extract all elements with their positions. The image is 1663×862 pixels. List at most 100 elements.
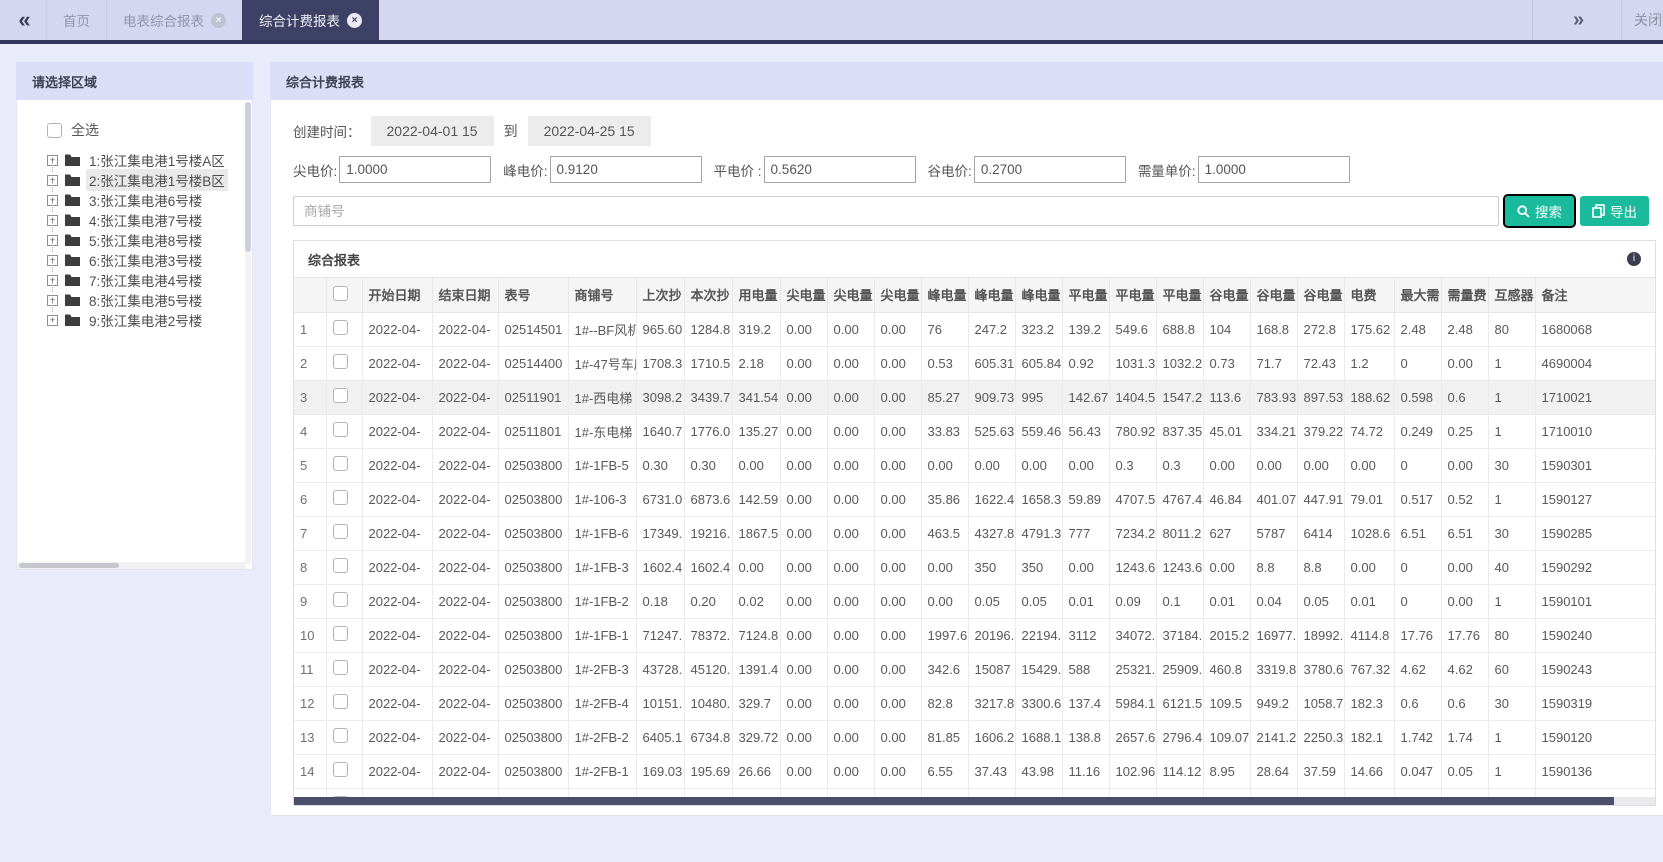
price-label: 平电价 : [713, 163, 762, 179]
tree-item[interactable]: +7:张江集电港4号楼 [47, 262, 252, 290]
table-cell: 1602.4 [635, 549, 685, 585]
table-row[interactable]: 6 2022-04- 2022-04- 02503800 1#-106-3 6731.0 6… [294, 481, 1655, 517]
table-cell: 1284.8 [683, 311, 733, 347]
price-input[interactable] [763, 156, 916, 183]
main-panel: 综合计费报表 创建时间： 2022-04-01 15 到 2022-04-25 … [270, 62, 1663, 816]
tree-item[interactable]: +8:张江集电港5号楼 [47, 282, 252, 310]
table-row[interactable]: 14 2022-04- 2022-04- 02503800 1#-2FB-1 169.03… [294, 753, 1655, 789]
tab-首页[interactable]: 首页 [46, 0, 106, 40]
price-input[interactable] [1197, 156, 1350, 183]
row-checkbox[interactable] [332, 456, 348, 471]
tree-item[interactable]: +6:张江集电港3号楼 [47, 242, 252, 270]
table-row[interactable]: 10 2022-04- 2022-04- 02503800 1#-1FB-1 71247.… [294, 617, 1655, 653]
expand-icon[interactable]: + [47, 314, 58, 326]
row-checkbox[interactable] [332, 388, 348, 403]
tree-item[interactable]: +1:张江集电港1号楼A区 [47, 150, 252, 170]
shop-number-input[interactable] [293, 196, 1499, 226]
table-cell: 1#-106-3 [567, 481, 637, 517]
table-cell: 02503800 [497, 447, 569, 483]
row-checkbox[interactable] [332, 320, 348, 335]
close-operations-menu[interactable]: 关闭操作 [1622, 10, 1663, 30]
date-to-picker[interactable]: 2022-04-25 15 [527, 116, 651, 146]
price-input[interactable] [339, 156, 492, 183]
tab-close-icon[interactable]: × [347, 12, 362, 28]
select-all-rows-checkbox[interactable] [332, 285, 348, 301]
row-checkbox[interactable] [332, 354, 348, 369]
area-tree: +1:张江集电港1号楼A区 +2:张江集电港1号楼B区 +3:张江集电港6号楼 +4:… [47, 150, 252, 330]
table-cell: 1547.2 [1155, 379, 1204, 415]
row-checkbox[interactable] [332, 728, 348, 743]
price-input[interactable] [549, 156, 702, 183]
search-button[interactable]: 搜索 [1503, 194, 1576, 228]
tab-close-icon[interactable]: × [211, 12, 226, 28]
folder-icon [65, 194, 80, 206]
table-cell: 1#-西电梯 [567, 379, 637, 415]
row-checkbox-cell [325, 447, 363, 483]
tab-综合计费报表[interactable]: 综合计费报表 × [242, 0, 379, 40]
tree-item[interactable]: +9:张江集电港2号楼 [47, 302, 252, 330]
table-row[interactable]: 12 2022-04- 2022-04- 02503800 1#-2FB-4 10151.… [294, 685, 1655, 721]
table-cell: 2022-04- [361, 617, 433, 653]
table-cell: 0.73 [1202, 345, 1251, 381]
tree-item[interactable]: +5:张江集电港8号楼 [47, 222, 252, 250]
price-input[interactable] [973, 156, 1126, 183]
sidebar-vertical-scrollbar[interactable] [245, 102, 251, 564]
table-cell: 1.742 [1393, 719, 1442, 755]
collapse-tabs-icon[interactable]: « [0, 0, 46, 40]
row-checkbox[interactable] [332, 762, 348, 777]
row-checkbox[interactable] [332, 660, 348, 675]
scroll-tabs-right-icon[interactable]: » [1533, 9, 1621, 32]
select-all-checkbox[interactable] [47, 122, 62, 138]
table-row[interactable]: 4 2022-04- 2022-04- 02511801 1#-东电梯 1640.7 177… [294, 413, 1655, 449]
table-cell: 0.00 [873, 515, 922, 551]
sidebar-horizontal-scrollbar[interactable] [17, 562, 246, 569]
table-cell: 19216. [683, 515, 733, 551]
table-row[interactable]: 8 2022-04- 2022-04- 02503800 1#-1FB-3 1602.4 1… [294, 549, 1655, 585]
row-checkbox[interactable] [332, 626, 348, 641]
table-cell: 1#-2FB-1 [567, 753, 637, 789]
table-row[interactable]: 22022-04-2022-04-025144001#-47号车库1708.31… [294, 345, 1655, 381]
export-button[interactable]: 导出 [1580, 196, 1649, 226]
to-label: 到 [503, 123, 518, 139]
table-cell: 0.00 [731, 447, 781, 483]
table-cell: 43728. [635, 651, 685, 687]
table-row[interactable]: 7 2022-04- 2022-04- 02503800 1#-1FB-6 17349. 1… [294, 515, 1655, 551]
table-row[interactable]: 3 2022-04- 2022-04- 02511901 1#-西电梯 3098.2 343… [294, 379, 1655, 415]
row-index: 11 [294, 651, 327, 687]
folder-icon [65, 174, 80, 186]
table-row[interactable]: 9 2022-04- 2022-04- 02503800 1#-1FB-2 0.18 0.2… [294, 583, 1655, 619]
table-row[interactable]: 5 2022-04- 2022-04- 02503800 1#-1FB-5 0.30 0.3… [294, 447, 1655, 483]
column-header: 商铺号 [567, 278, 637, 313]
table-cell: 0.00 [1061, 447, 1110, 483]
table-horizontal-scrollbar[interactable] [294, 797, 1655, 805]
row-checkbox[interactable] [332, 422, 348, 437]
table-cell: 0.05 [1296, 583, 1345, 619]
table-cell: 20196. [967, 617, 1016, 653]
row-checkbox[interactable] [332, 490, 348, 505]
table-cell: 0.00 [826, 345, 875, 381]
row-checkbox[interactable] [332, 592, 348, 607]
row-checkbox-cell [325, 651, 363, 687]
tree-item[interactable]: +3:张江集电港6号楼 [47, 182, 252, 210]
table-cell: 18992. [1296, 617, 1345, 653]
tree-item[interactable]: +4:张江集电港7号楼 [47, 202, 252, 230]
table-cell: 1590285 [1534, 515, 1655, 551]
table-cell: 909.73 [967, 379, 1016, 415]
row-checkbox[interactable] [332, 558, 348, 573]
table-row[interactable]: 13 2022-04- 2022-04- 02503800 1#-2FB-2 6405.1… [294, 719, 1655, 755]
page-title: 综合计费报表 [270, 62, 1663, 100]
tab-电表综合报表[interactable]: 电表综合报表 × [106, 0, 242, 40]
table-cell: 0.00 [779, 447, 828, 483]
table-row[interactable]: 1 2022-04- 2022-04- 02514501 1#--BF风机 965.60 1… [294, 311, 1655, 347]
date-from-picker[interactable]: 2022-04-01 15 [370, 116, 494, 146]
table-cell: 15429. [1014, 651, 1063, 687]
table-cell: 0.01 [1202, 583, 1251, 619]
table-cell: 688.8 [1155, 311, 1204, 347]
table-row[interactable]: 11 2022-04- 2022-04- 02503800 1#-2FB-3 43728.… [294, 651, 1655, 687]
table-cell: 56.43 [1061, 413, 1110, 449]
row-checkbox[interactable] [332, 694, 348, 709]
column-header: 峰电量 [1014, 278, 1063, 313]
row-checkbox[interactable] [332, 524, 348, 539]
panel-info-icon[interactable]: i [1627, 252, 1641, 266]
tree-item[interactable]: +2:张江集电港1号楼B区 [47, 162, 252, 191]
